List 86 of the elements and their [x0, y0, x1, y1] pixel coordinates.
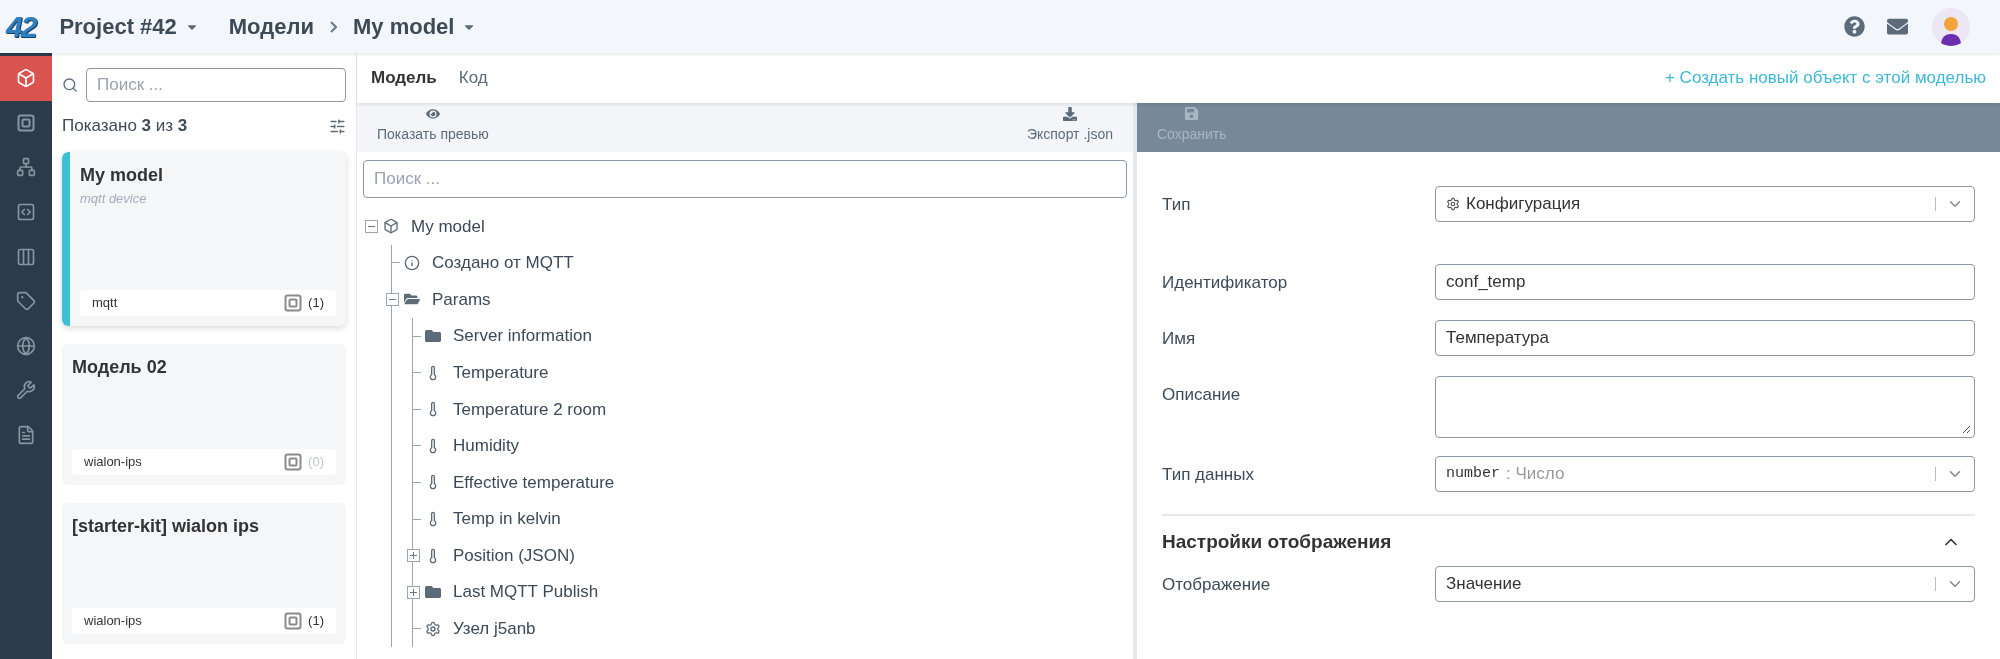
card-subtitle: mqtt device [80, 190, 148, 208]
field-label: Тип [1162, 194, 1192, 216]
text-field[interactable]: Температура [1435, 320, 1975, 356]
protocol-label: mqtt [92, 294, 119, 313]
document-icon [16, 425, 36, 446]
tree-item[interactable]: Humidity [453, 433, 520, 459]
expand-toggle-icon[interactable] [406, 549, 420, 563]
export-button[interactable]: Экспорт .json [1026, 107, 1113, 145]
preview-button[interactable]: Показать превью [377, 107, 489, 145]
wrench-icon [16, 380, 36, 401]
protocol-label: wialon-ips [84, 612, 143, 631]
rail-button[interactable] [0, 56, 52, 101]
hierarchy-icon [16, 157, 36, 178]
tag-icon [16, 291, 36, 312]
gear-icon [425, 620, 441, 637]
card-title: Модель 02 [72, 356, 168, 379]
card-title: [starter-kit] wialon ips [72, 515, 261, 538]
device-count: (1) [308, 612, 324, 631]
tree-search-field[interactable]: Поиск ... [363, 160, 1127, 198]
cube-icon [16, 68, 36, 89]
expand-toggle-icon[interactable] [406, 585, 420, 599]
eye-icon [425, 107, 440, 121]
columns-icon [16, 246, 36, 267]
select-value: Значение [1446, 573, 1522, 596]
search-field[interactable]: Поиск ... [86, 68, 346, 102]
model-card[interactable]: Модель 02 wialon-ips (0) [62, 344, 346, 485]
device-count: (0) [308, 453, 324, 472]
code-icon [16, 202, 36, 223]
folder-icon [425, 584, 441, 601]
device-count: (1) [308, 294, 324, 313]
tree-item[interactable]: Params [432, 286, 491, 313]
breadcrumb-dropdown[interactable]: My model [352, 10, 477, 43]
tree-item[interactable]: Effective temperature [453, 469, 615, 496]
field-label: Тип данных [1162, 464, 1255, 486]
collapse-toggle-icon[interactable] [364, 219, 378, 233]
chevron-right-icon [329, 20, 337, 33]
card-title: My model [80, 164, 164, 187]
tree-item[interactable]: Last MQTT Publish [453, 579, 599, 605]
tree-item[interactable]: Temperature 2 room [453, 396, 607, 422]
tree-item[interactable]: Узел j5anb [453, 616, 536, 642]
collapse-toggle-icon[interactable] [385, 293, 399, 306]
select-value: Конфигурация [1466, 193, 1581, 216]
select-field[interactable]: Конфигурация [1435, 186, 1975, 222]
device-icon [284, 612, 303, 630]
field-label: Имя [1162, 328, 1197, 350]
section-title: Настройки отображения [1162, 529, 1392, 554]
field-label: Отображение [1162, 574, 1272, 596]
shown-count: Показано 3 из 3 [62, 115, 188, 138]
folder-icon [425, 328, 441, 345]
cube-icon [383, 218, 399, 235]
field-label: Описание [1162, 384, 1242, 406]
description-field[interactable] [1435, 376, 1975, 438]
select-value: : Число [1506, 463, 1565, 486]
type-code: number [1446, 463, 1500, 484]
model-card[interactable]: [starter-kit] wialon ips wialon-ips (1) [62, 503, 346, 644]
tab[interactable]: Код [458, 65, 488, 91]
save-icon [1184, 106, 1200, 121]
device-icon [284, 453, 303, 471]
search-icon [62, 77, 78, 93]
model-card[interactable]: My model mqtt device mqtt (1) [62, 152, 346, 326]
field-label: Идентификатор [1162, 272, 1289, 294]
tree-item[interactable]: Создано от MQTT [432, 250, 574, 276]
tree-item[interactable]: Position (JSON) [453, 542, 575, 569]
tree-item[interactable]: Server information [453, 323, 592, 349]
tab[interactable]: Модель [371, 65, 437, 91]
select-field[interactable]: Значение [1435, 566, 1975, 602]
gear-icon [1446, 197, 1460, 211]
device-icon [284, 294, 303, 312]
mail-icon[interactable] [1887, 16, 1908, 37]
tree-item[interactable]: My model [411, 213, 485, 240]
tree-item[interactable]: Temperature [453, 359, 549, 386]
globe-icon [16, 335, 36, 356]
text-field[interactable]: conf_temp [1435, 264, 1975, 300]
select-field[interactable]: number : Число [1435, 456, 1975, 492]
avatar[interactable] [1932, 7, 1970, 46]
filter-icon[interactable] [329, 117, 346, 135]
download-icon [1062, 107, 1077, 121]
nested-square-icon [17, 113, 35, 132]
info-icon [404, 254, 420, 271]
protocol-label: wialon-ips [84, 453, 143, 472]
breadcrumb-link[interactable]: Модели [228, 10, 314, 43]
resize-handle-icon[interactable] [1962, 425, 1971, 434]
help-icon[interactable] [1844, 16, 1865, 37]
project-dropdown[interactable]: Project #42 [59, 10, 199, 43]
tree-item[interactable]: Temp in kelvin [453, 506, 561, 532]
logo[interactable]: 42 [6, 4, 36, 49]
